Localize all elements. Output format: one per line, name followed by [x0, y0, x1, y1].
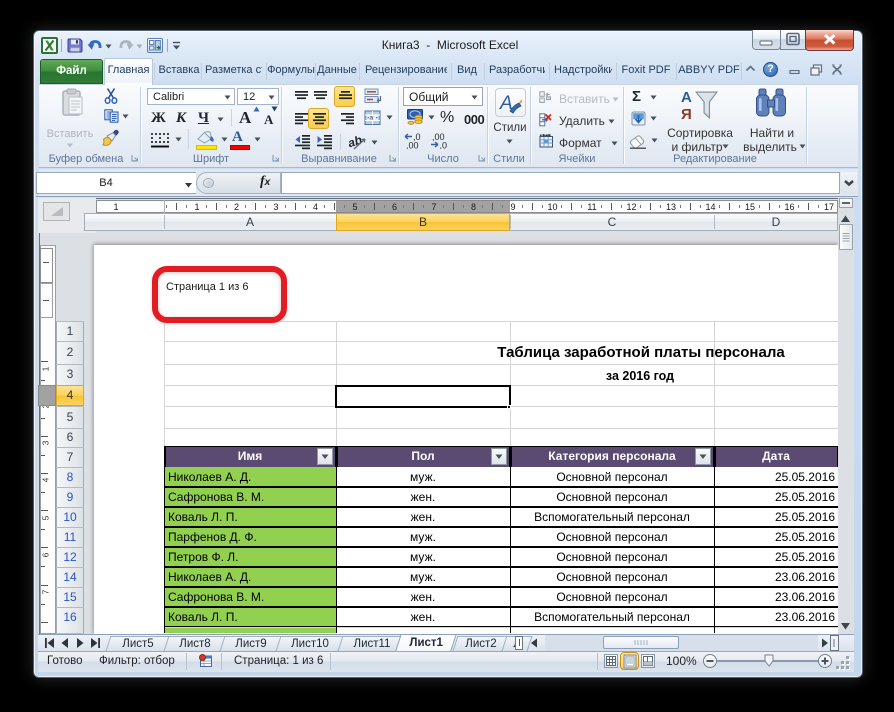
svg-text:А: А [681, 89, 692, 106]
svg-text:Я: Я [681, 106, 692, 121]
svg-text:,00: ,00 [406, 141, 419, 150]
svg-text:a: a [370, 115, 374, 122]
svg-text:,0: ,0 [440, 141, 448, 150]
